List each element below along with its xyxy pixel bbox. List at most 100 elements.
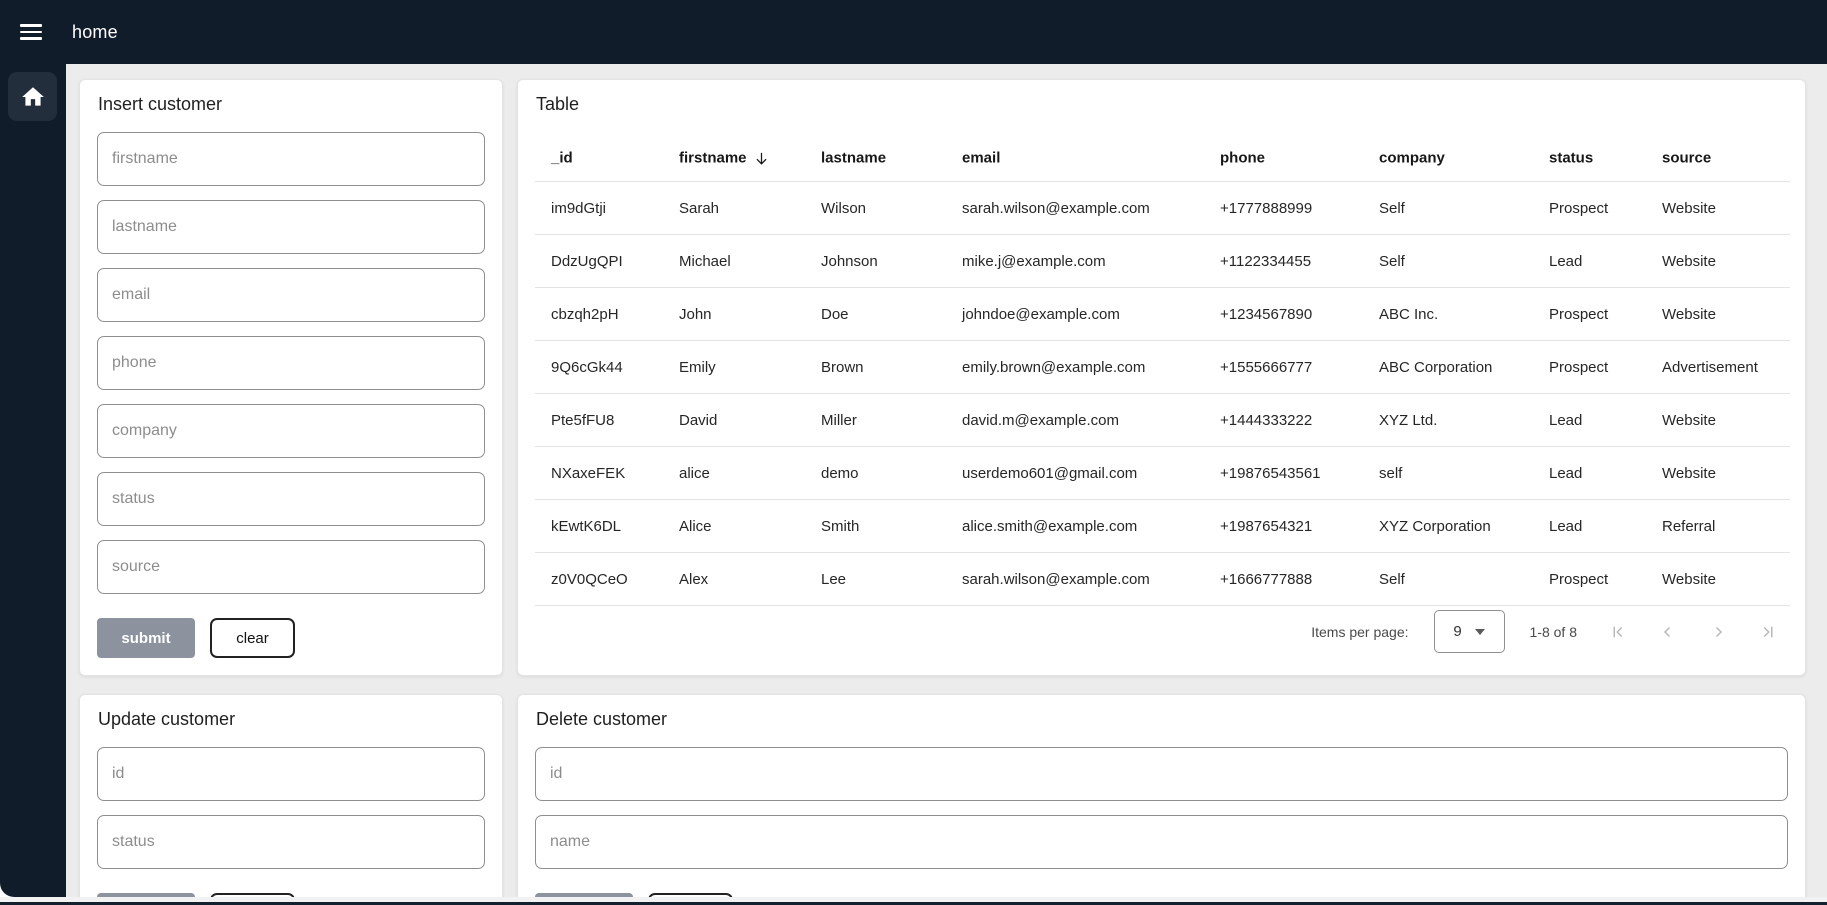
table-header-row: _idfirstnamelastnameemailphonecompanysta… [535, 135, 1790, 182]
company-cell: ABC Inc. [1363, 288, 1533, 341]
insert-email-input[interactable] [97, 268, 485, 322]
source-cell: Referral [1646, 500, 1790, 553]
email-cell: userdemo601@gmail.com [946, 447, 1204, 500]
source-cell: Website [1646, 394, 1790, 447]
phone-cell: +1666777888 [1204, 553, 1363, 606]
table-row: z0V0QCeOAlexLeesarah.wilson@example.com+… [535, 553, 1790, 606]
column-header-source[interactable]: source [1646, 135, 1790, 182]
source-cell: Website [1646, 447, 1790, 500]
column-header-company[interactable]: company [1363, 135, 1533, 182]
phone-cell: +1444333222 [1204, 394, 1363, 447]
source-cell: Website [1646, 182, 1790, 235]
insert-clear-button[interactable]: clear [210, 618, 295, 658]
company-cell: XYZ Ltd. [1363, 394, 1533, 447]
_id-cell: 9Q6cGk44 [535, 341, 663, 394]
delete-id-input[interactable] [535, 747, 1788, 801]
column-header-lastname[interactable]: lastname [805, 135, 946, 182]
sidebar [0, 64, 66, 897]
_id-cell: z0V0QCeO [535, 553, 663, 606]
last-page-icon [1759, 620, 1777, 644]
firstname-cell: alice [663, 447, 805, 500]
update-form-fields [97, 747, 485, 869]
phone-cell: +1555666777 [1204, 341, 1363, 394]
insert-customer-card: Insert customer submit clear [79, 79, 503, 676]
email-cell: alice.smith@example.com [946, 500, 1204, 553]
main-content: Insert customer submit clear Table _idfi… [66, 64, 1827, 897]
insert-button-row: submit clear [97, 618, 485, 658]
insert-firstname-input[interactable] [97, 132, 485, 186]
paginator: Items per page: 9 1-8 of 8 [518, 600, 1805, 675]
table-row: DdzUgQPIMichaelJohnsonmike.j@example.com… [535, 235, 1790, 288]
table-row: kEwtK6DLAliceSmithalice.smith@example.co… [535, 500, 1790, 553]
insert-form-fields [97, 132, 485, 594]
_id-cell: Pte5fFU8 [535, 394, 663, 447]
insert-lastname-input[interactable] [97, 200, 485, 254]
email-cell: johndoe@example.com [946, 288, 1204, 341]
status-cell: Lead [1533, 447, 1646, 500]
app-window: home Insert customer submit clear Table … [0, 0, 1827, 905]
window-bottom-edge [0, 897, 1827, 905]
sort-desc-arrow-icon [753, 150, 770, 167]
last-page-button[interactable] [1759, 620, 1777, 644]
lastname-cell: Brown [805, 341, 946, 394]
insert-status-input[interactable] [97, 472, 485, 526]
insert-submit-button[interactable]: submit [97, 618, 195, 658]
lastname-cell: Johnson [805, 235, 946, 288]
insert-phone-input[interactable] [97, 336, 485, 390]
next-page-button[interactable] [1709, 620, 1727, 644]
_id-cell: kEwtK6DL [535, 500, 663, 553]
firstname-cell: Sarah [663, 182, 805, 235]
email-cell: emily.brown@example.com [946, 341, 1204, 394]
lastname-cell: Wilson [805, 182, 946, 235]
firstname-cell: Emily [663, 341, 805, 394]
_id-cell: cbzqh2pH [535, 288, 663, 341]
firstname-cell: Alex [663, 553, 805, 606]
column-header-status[interactable]: status [1533, 135, 1646, 182]
items-per-page-label: Items per page: [1311, 624, 1408, 640]
status-cell: Prospect [1533, 553, 1646, 606]
delete-card-title: Delete customer [536, 709, 1805, 730]
update-card-title: Update customer [98, 709, 502, 730]
page-size-select[interactable]: 9 [1434, 610, 1505, 653]
email-cell: mike.j@example.com [946, 235, 1204, 288]
insert-company-input[interactable] [97, 404, 485, 458]
table-row: 9Q6cGk44EmilyBrownemily.brown@example.co… [535, 341, 1790, 394]
delete-name-input[interactable] [535, 815, 1788, 869]
table-card: Table _idfirstnamelastnameemailphonecomp… [517, 79, 1806, 676]
source-cell: Website [1646, 288, 1790, 341]
lastname-cell: Doe [805, 288, 946, 341]
customers-table: _idfirstnamelastnameemailphonecompanysta… [535, 135, 1790, 606]
company-cell: self [1363, 447, 1533, 500]
page-range-label: 1-8 of 8 [1530, 624, 1577, 640]
firstname-cell: Michael [663, 235, 805, 288]
company-cell: Self [1363, 553, 1533, 606]
company-cell: Self [1363, 235, 1533, 288]
phone-cell: +1987654321 [1204, 500, 1363, 553]
lastname-cell: demo [805, 447, 946, 500]
home-icon [20, 84, 46, 110]
sidebar-item-home[interactable] [8, 72, 57, 121]
hamburger-icon [20, 24, 42, 27]
update-customer-card: Update customer submit clear [79, 694, 503, 897]
email-cell: sarah.wilson@example.com [946, 553, 1204, 606]
status-cell: Lead [1533, 394, 1646, 447]
insert-source-input[interactable] [97, 540, 485, 594]
column-header-_id[interactable]: _id [535, 135, 663, 182]
_id-cell: NXaxeFEK [535, 447, 663, 500]
update-status-input[interactable] [97, 815, 485, 869]
company-cell: ABC Corporation [1363, 341, 1533, 394]
column-header-phone[interactable]: phone [1204, 135, 1363, 182]
previous-page-button[interactable] [1659, 620, 1677, 644]
source-cell: Website [1646, 235, 1790, 288]
delete-form-fields [535, 747, 1788, 869]
column-header-firstname[interactable]: firstname [663, 135, 805, 182]
first-page-button[interactable] [1609, 620, 1627, 644]
menu-button[interactable] [20, 22, 44, 42]
insert-card-title: Insert customer [98, 94, 502, 115]
firstname-cell: David [663, 394, 805, 447]
update-id-input[interactable] [97, 747, 485, 801]
chevron-right-icon [1709, 620, 1727, 644]
lastname-cell: Lee [805, 553, 946, 606]
column-header-email[interactable]: email [946, 135, 1204, 182]
firstname-cell: Alice [663, 500, 805, 553]
